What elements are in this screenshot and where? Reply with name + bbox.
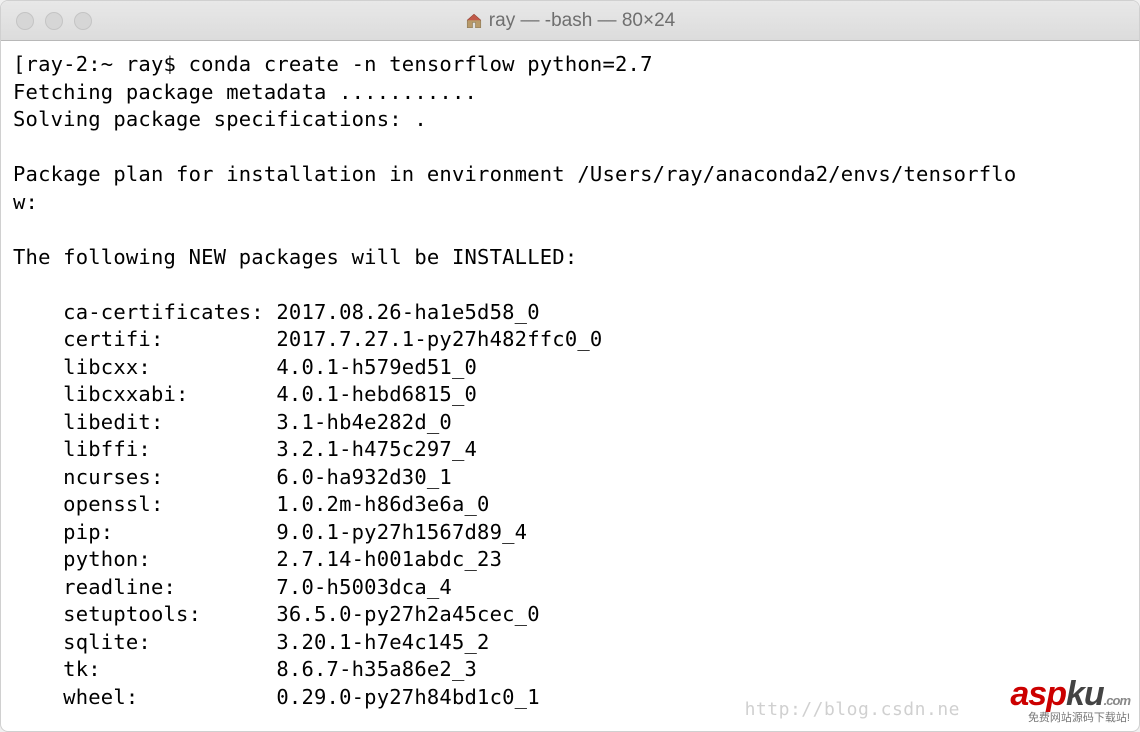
terminal-window: ray — -bash — 80×24 [ray-2:~ ray$ conda … <box>0 0 1140 732</box>
maximize-button[interactable] <box>74 12 92 30</box>
watermark-logo: aspku.com 免费网站源码下载站! <box>1010 677 1130 724</box>
traffic-lights <box>1 12 92 30</box>
watermark-main: aspku.com <box>1010 677 1130 711</box>
watermark-sub: 免费网站源码下载站! <box>1010 713 1130 724</box>
terminal-content[interactable]: [ray-2:~ ray$ conda create -n tensorflow… <box>1 41 1139 731</box>
watermark-url: http://blog.csdn.ne <box>745 699 960 720</box>
watermark-ku: ku <box>1066 675 1104 713</box>
home-icon <box>465 12 483 30</box>
watermark-com: .com <box>1104 693 1130 708</box>
watermark-asp: asp <box>1010 675 1066 713</box>
minimize-button[interactable] <box>45 12 63 30</box>
window-title: ray — -bash — 80×24 <box>1 10 1139 32</box>
window-title-text: ray — -bash — 80×24 <box>489 10 675 32</box>
close-button[interactable] <box>16 12 34 30</box>
titlebar[interactable]: ray — -bash — 80×24 <box>1 1 1139 41</box>
